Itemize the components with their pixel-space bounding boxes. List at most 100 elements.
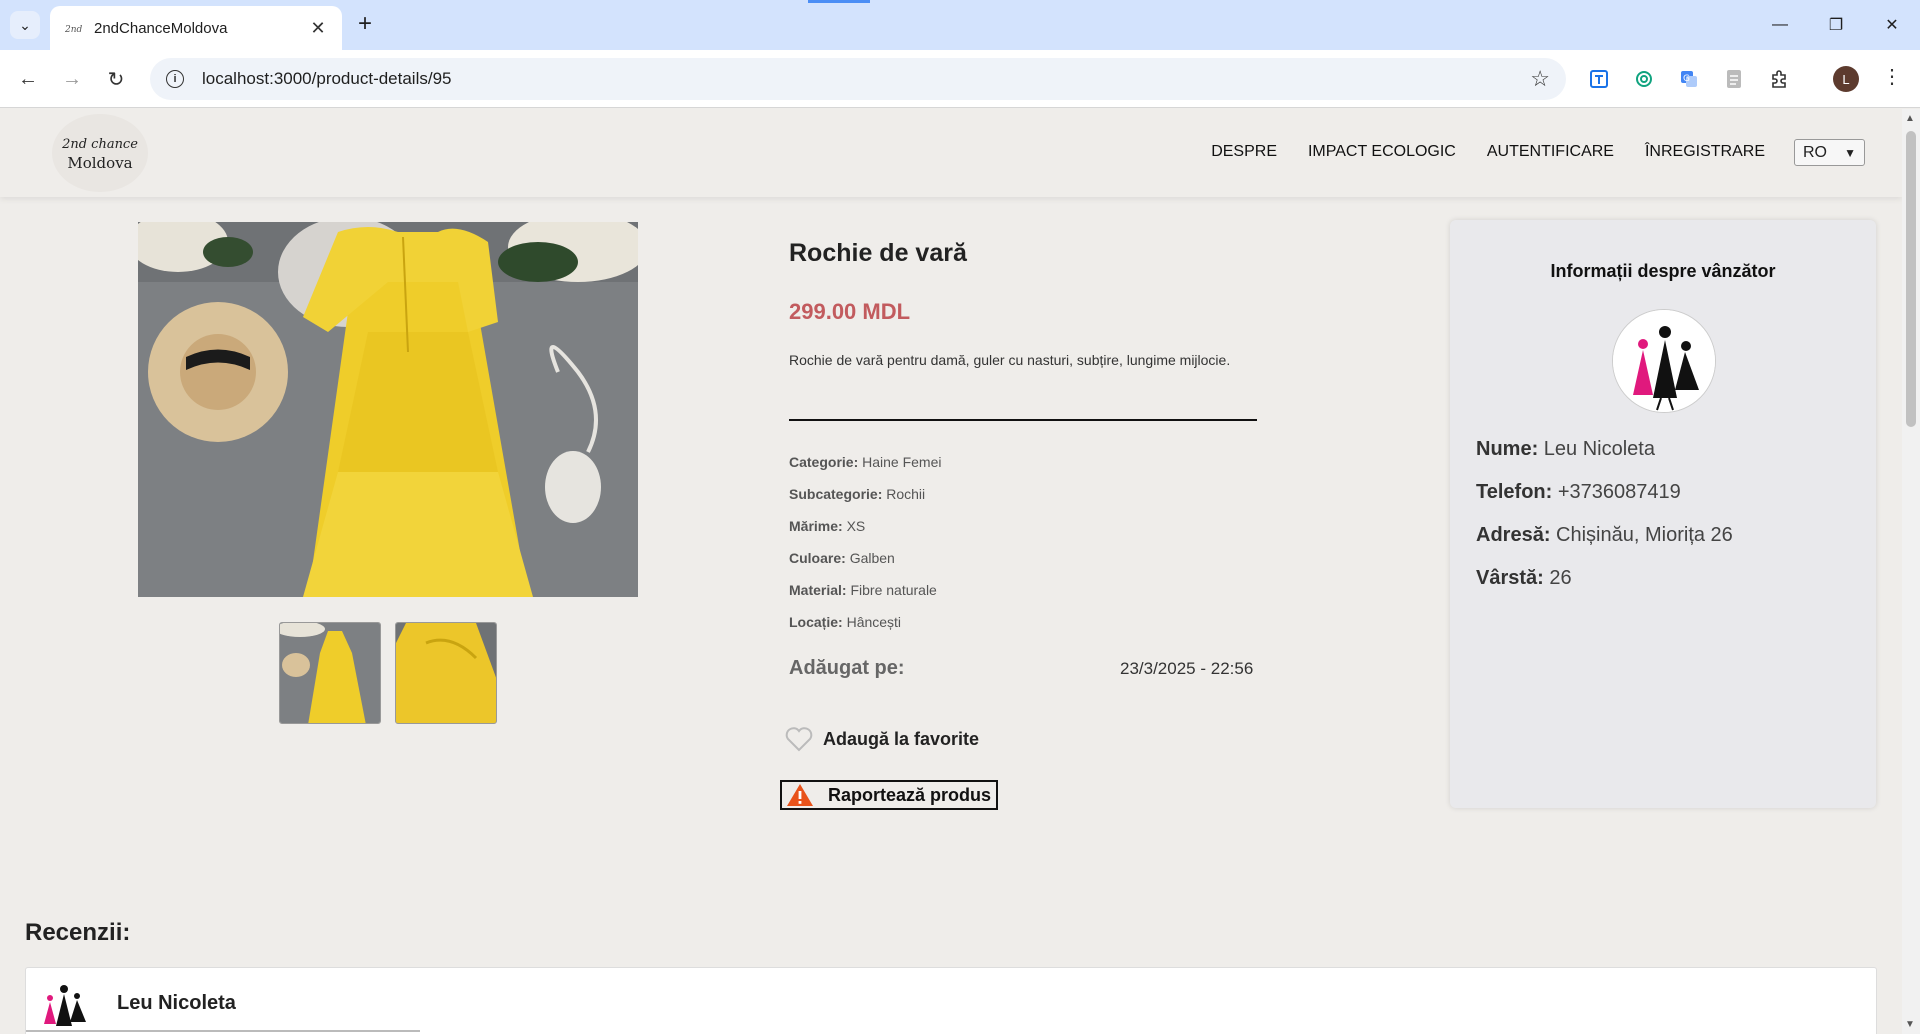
forward-icon[interactable]: → <box>56 63 88 95</box>
review-author: Leu Nicoleta <box>117 992 236 1014</box>
google-translate-icon[interactable]: G <box>1672 62 1706 96</box>
tab-list-button[interactable]: ⌄ <box>10 11 40 39</box>
seller-details: Nume: Leu Nicoleta Telefon: +3736087419 … <box>1476 428 1733 600</box>
chatgpt-icon[interactable] <box>1627 62 1661 96</box>
seller-label: Nume: <box>1476 438 1539 460</box>
attribute-label: Material: <box>789 582 847 598</box>
attribute-value: Galben <box>849 550 895 566</box>
close-icon[interactable]: ✕ <box>308 18 328 39</box>
extensions-area: G <box>1582 62 1807 96</box>
attribute-value: Fibre naturale <box>850 582 937 598</box>
attribute-value: Rochii <box>886 486 926 502</box>
seller-label: Telefon: <box>1476 481 1553 503</box>
attribute-value: Haine Femei <box>862 454 942 470</box>
plus-icon[interactable]: + <box>352 12 378 38</box>
logo-text-top: 2nd chance <box>62 137 138 152</box>
seller-label: Vârstă: <box>1476 567 1544 589</box>
seller-label: Adresă: <box>1476 524 1551 546</box>
product-price: 299.00 MDL <box>789 299 911 324</box>
product-main-image[interactable] <box>138 222 638 597</box>
address-bar[interactable]: i localhost:3000/product-details/95 ☆ <box>150 58 1566 100</box>
added-on-label: Adăugat pe: <box>789 657 905 679</box>
url-text[interactable]: localhost:3000/product-details/95 <box>202 69 1530 89</box>
attribute-value: Hâncești <box>846 614 902 630</box>
chevron-down-icon: ⌄ <box>19 16 31 33</box>
review-divider <box>26 1030 420 1032</box>
review-item: Leu Nicoleta <box>25 967 1877 1034</box>
report-label: Raportează produs <box>828 784 992 805</box>
profile-avatar[interactable]: L <box>1833 66 1859 92</box>
attribute-size: Mărime: XS <box>789 510 942 542</box>
main-nav: DESPRE IMPACT ECOLOGIC AUTENTIFICARE ÎNR… <box>1211 143 1765 161</box>
product-thumbnail-2[interactable] <box>395 622 497 724</box>
seller-address-row: Adresă: Chișinău, Miorița 26 <box>1476 514 1733 557</box>
restore-icon[interactable]: ❐ <box>1808 0 1864 50</box>
translate-page-icon[interactable] <box>1582 62 1616 96</box>
minimize-icon[interactable]: — <box>1752 0 1808 50</box>
svg-text:G: G <box>1683 74 1690 84</box>
logo-text-bottom: Moldova <box>67 154 133 172</box>
product-title: Rochie de vară <box>789 239 967 267</box>
back-icon[interactable]: ← <box>12 63 44 95</box>
site-header: 2nd chance Moldova DESPRE IMPACT ECOLOGI… <box>0 109 1902 197</box>
language-value: RO <box>1803 143 1827 161</box>
web-page: 2nd chance Moldova DESPRE IMPACT ECOLOGI… <box>0 109 1902 1034</box>
extensions-puzzle-icon[interactable] <box>1762 62 1796 96</box>
heart-icon <box>785 727 813 752</box>
window-close-icon[interactable]: ✕ <box>1864 0 1920 50</box>
attribute-color: Culoare: Galben <box>789 542 942 574</box>
attribute-label: Culoare: <box>789 550 846 566</box>
attribute-value: XS <box>846 518 866 534</box>
browser-tab[interactable]: 2nd 2ndChanceMoldova ✕ <box>50 6 342 50</box>
menu-dots-icon[interactable]: ⋮ <box>1882 64 1902 89</box>
chevron-down-icon: ▼ <box>1844 145 1856 160</box>
attribute-location: Locație: Hâncești <box>789 606 942 638</box>
scroll-thumb[interactable] <box>1906 131 1916 427</box>
favorites-label: Adaugă la favorite <box>823 728 980 749</box>
seller-phone-row: Telefon: +3736087419 <box>1476 471 1733 514</box>
attribute-subcategory: Subcategorie: Rochii <box>789 478 942 510</box>
seller-info-card: Informații despre vânzător Nume: Leu Nic… <box>1450 220 1876 808</box>
info-icon[interactable]: i <box>166 70 184 88</box>
attribute-category: Categorie: Haine Femei <box>789 446 942 478</box>
seller-age-row: Vârstă: 26 <box>1476 557 1733 600</box>
nav-link-autentificare[interactable]: AUTENTIFICARE <box>1487 143 1614 161</box>
review-avatar <box>42 980 88 1030</box>
seller-name-row: Nume: Leu Nicoleta <box>1476 428 1733 471</box>
reviews-heading: Recenzii: <box>25 919 131 946</box>
window-controls: — ❐ ✕ <box>1752 0 1920 50</box>
seller-avatar <box>1612 309 1716 413</box>
tab-title: 2ndChanceMoldova <box>94 19 228 37</box>
browser-toolbar: ← → ↻ i localhost:3000/product-details/9… <box>0 50 1920 108</box>
document-icon[interactable] <box>1717 62 1751 96</box>
site-logo[interactable]: 2nd chance Moldova <box>52 114 148 192</box>
nav-link-impact-ecologic[interactable]: IMPACT ECOLOGIC <box>1308 143 1456 161</box>
seller-heading: Informații despre vânzător <box>1550 261 1776 281</box>
product-thumbnail-1[interactable] <box>279 622 381 724</box>
scroll-up-icon[interactable]: ▲ <box>1905 113 1915 124</box>
product-attributes: Categorie: Haine Femei Subcategorie: Roc… <box>789 446 942 638</box>
added-on-value: 23/3/2025 - 22:56 <box>1120 659 1254 678</box>
add-to-favorites-button[interactable]: Adaugă la favorite <box>785 726 979 752</box>
language-select[interactable]: RO ▼ <box>1794 139 1865 166</box>
seller-value: Chișinău, Miorița 26 <box>1556 524 1733 546</box>
attribute-label: Mărime: <box>789 518 843 534</box>
details-divider <box>789 419 1257 421</box>
attribute-label: Locație: <box>789 614 843 630</box>
scroll-down-icon[interactable]: ▼ <box>1905 1019 1915 1030</box>
browser-tab-bar: ⌄ 2nd 2ndChanceMoldova ✕ + — ❐ ✕ <box>0 0 1920 50</box>
star-icon[interactable]: ☆ <box>1530 66 1550 92</box>
nav-link-despre[interactable]: DESPRE <box>1211 143 1277 161</box>
product-description: Rochie de vară pentru damă, guler cu nas… <box>789 352 1231 368</box>
nav-link-inregistrare[interactable]: ÎNREGISTRARE <box>1645 143 1765 161</box>
site-favicon-icon: 2nd <box>64 21 84 35</box>
page-scrollbar[interactable]: ▲ ▼ <box>1902 109 1920 1034</box>
warning-icon <box>787 784 813 806</box>
report-product-button[interactable]: Raportează produs <box>780 780 998 810</box>
attribute-label: Categorie: <box>789 454 859 470</box>
loading-indicator <box>808 0 870 3</box>
svg-text:2nd: 2nd <box>65 25 83 34</box>
seller-value: +3736087419 <box>1557 481 1681 503</box>
reload-icon[interactable]: ↻ <box>100 63 132 95</box>
attribute-label: Subcategorie: <box>789 486 883 502</box>
